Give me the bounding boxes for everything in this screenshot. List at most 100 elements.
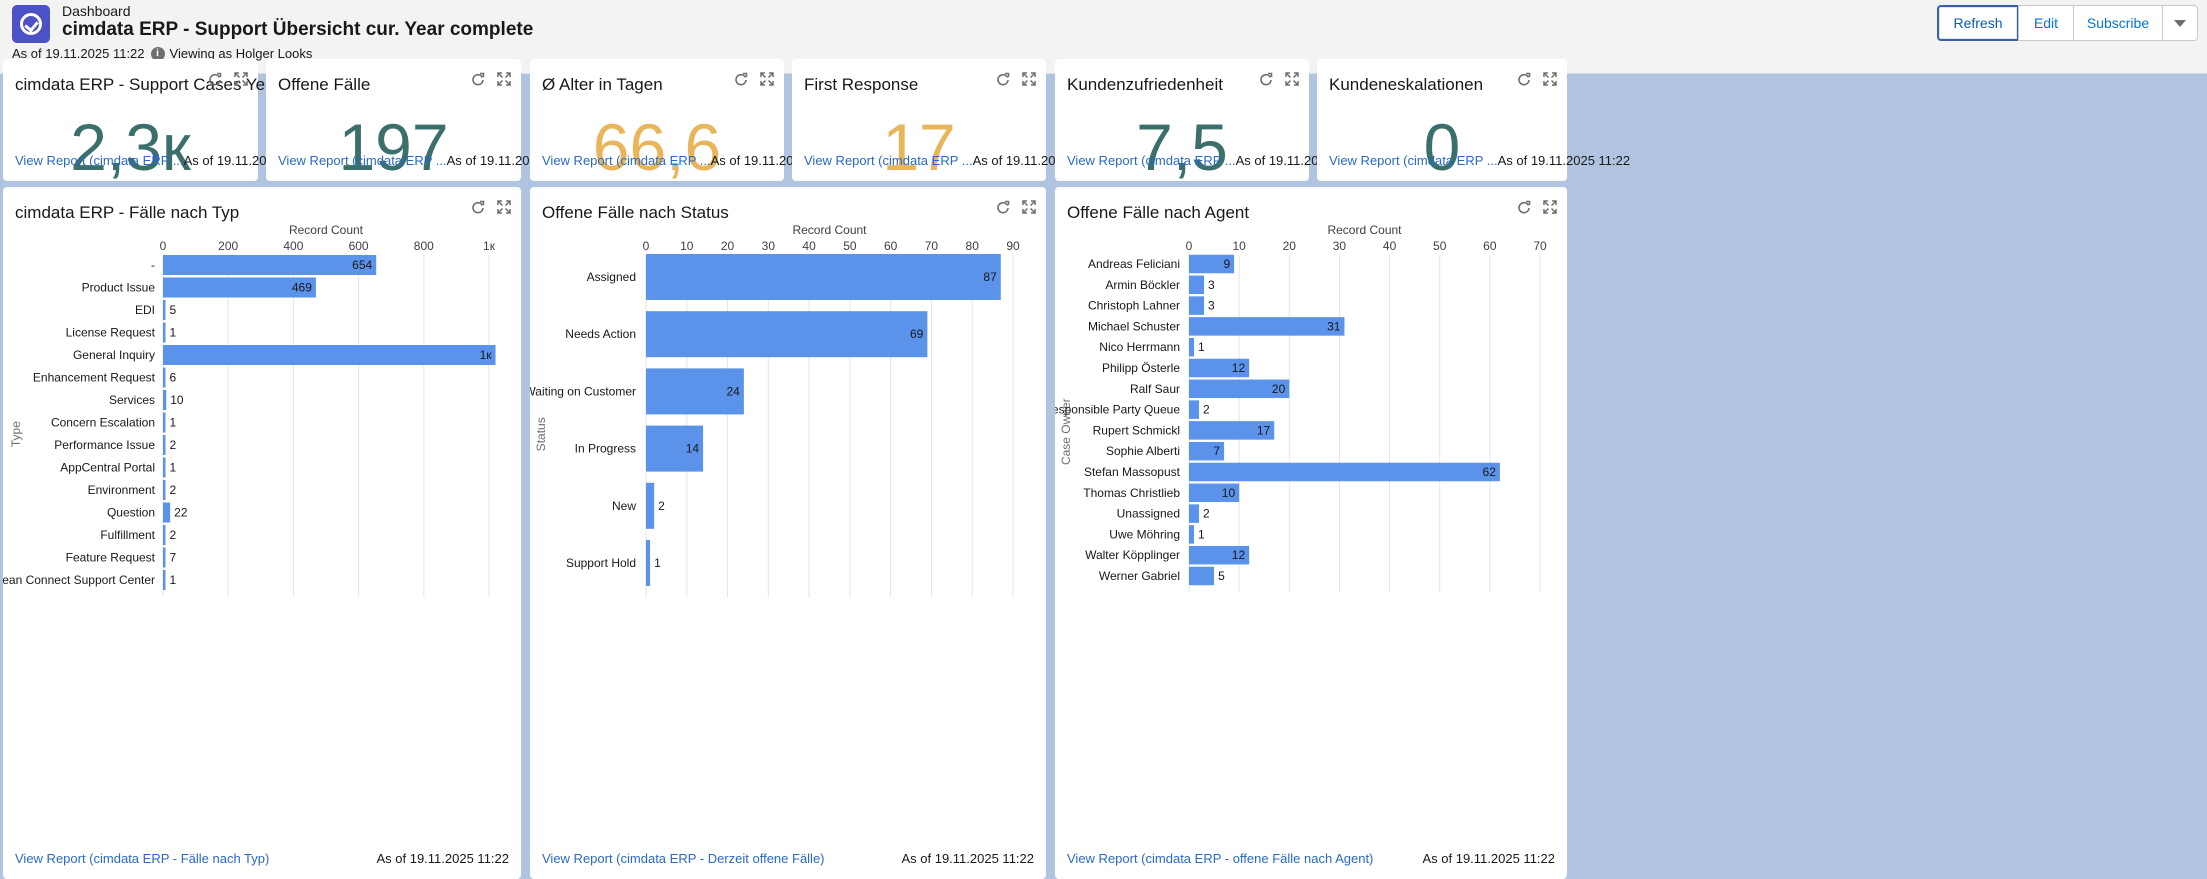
view-report-link[interactable]: View Report (cimdata ERP - Derzeit offen… xyxy=(542,851,825,866)
x-tick-label: 800 xyxy=(414,239,434,253)
bar[interactable] xyxy=(1189,317,1345,336)
expand-icon[interactable] xyxy=(1285,72,1299,86)
view-report-link[interactable]: View Report (cimdata ERP ... xyxy=(804,153,973,168)
expand-icon[interactable] xyxy=(1022,72,1036,86)
card-tools xyxy=(208,72,248,86)
bar[interactable] xyxy=(163,457,166,478)
bar[interactable] xyxy=(1189,337,1195,357)
bar[interactable] xyxy=(163,570,166,590)
bar[interactable] xyxy=(163,322,166,343)
category-label: AppCentral Portal xyxy=(60,461,155,475)
bar-value-label: 469 xyxy=(292,281,312,295)
bar[interactable] xyxy=(1189,400,1200,419)
bar-value-label: 654 xyxy=(352,258,372,272)
bar-value-label: 1 xyxy=(170,416,177,430)
refresh-icon[interactable] xyxy=(1259,72,1273,86)
bar[interactable] xyxy=(163,300,166,320)
bar[interactable] xyxy=(646,254,1001,300)
edit-button[interactable]: Edit xyxy=(2018,5,2074,41)
bar-value-label: 62 xyxy=(1483,465,1497,479)
bar[interactable] xyxy=(1189,566,1215,586)
refresh-icon[interactable] xyxy=(471,72,485,86)
bar-value-label: 1 xyxy=(1198,340,1205,354)
x-axis-title: Record Count xyxy=(289,223,364,237)
more-actions-button[interactable] xyxy=(2162,5,2198,41)
card-as-of: As of 19.11.2025 11:22 xyxy=(1497,153,1631,168)
x-tick-label: 20 xyxy=(1283,239,1297,253)
bar[interactable] xyxy=(646,311,928,358)
bar[interactable] xyxy=(1189,296,1205,315)
category-label: Nico Herrmann xyxy=(1099,340,1180,354)
bar-chart: Record Count0 10 20 30 40 50 60 70Case OwnerAnd… xyxy=(1055,223,1547,593)
bar[interactable] xyxy=(163,525,166,545)
bar[interactable] xyxy=(646,540,651,586)
view-report-link[interactable]: View Report (cimdata ERP ... xyxy=(542,153,711,168)
category-label: Support Hold xyxy=(566,556,636,570)
category-label: General Inquiry xyxy=(73,348,155,362)
card-tools xyxy=(734,72,774,86)
metric-title: Ø Alter in Tagen xyxy=(542,75,663,94)
bar[interactable] xyxy=(163,345,496,365)
bar[interactable] xyxy=(163,367,166,388)
bar-value-label: 10 xyxy=(1222,486,1236,500)
bar[interactable] xyxy=(1189,525,1195,544)
bar[interactable] xyxy=(1189,275,1205,295)
card-as-of: As of 19.11.2025 11:22 xyxy=(376,851,509,866)
expand-icon[interactable] xyxy=(497,72,511,86)
view-report-link[interactable]: View Report (cimdata ERP ... xyxy=(1329,153,1498,168)
bar-value-label: 1 xyxy=(170,573,177,587)
view-report-link[interactable]: View Report (cimdata ERP ... xyxy=(15,153,184,168)
bar[interactable] xyxy=(1189,462,1500,482)
card-as-of: As of 19.11.2025 11:22 xyxy=(901,851,1034,866)
bar[interactable] xyxy=(646,482,655,529)
category-label: Needs Action xyxy=(565,327,636,341)
card-tools xyxy=(1517,72,1557,86)
x-tick-label: 40 xyxy=(802,239,816,253)
category-label: Assigned xyxy=(587,270,636,284)
refresh-icon[interactable] xyxy=(1517,72,1531,86)
metric-title: First Response xyxy=(804,75,919,94)
x-tick-label: 80 xyxy=(966,239,980,253)
x-tick-label: 30 xyxy=(762,239,776,253)
bar-value-label: 87 xyxy=(983,270,997,284)
bar[interactable] xyxy=(163,435,166,455)
bar-value-label: 69 xyxy=(910,327,924,341)
x-tick-label: 60 xyxy=(884,239,898,253)
metric-card-4: Kundenzufriedenheit 7,5 View Report (cim… xyxy=(1055,59,1368,184)
bar[interactable] xyxy=(163,547,166,568)
header-button-group: Refresh Edit Subscribe xyxy=(1937,5,2198,41)
bar-chart: Record Count 0 10 20 30 40 50 60 70 80 90 Status Ass… xyxy=(530,223,1020,598)
expand-icon[interactable] xyxy=(760,72,774,86)
bar-value-label: 1 xyxy=(170,326,177,340)
refresh-icon[interactable] xyxy=(734,72,748,86)
x-tick-label: 70 xyxy=(925,239,939,253)
x-tick-label: 10 xyxy=(680,239,694,253)
bar[interactable] xyxy=(163,480,166,500)
category-label: Feature Request xyxy=(66,551,156,565)
view-report-link[interactable]: View Report (cimdata ERP ... xyxy=(278,153,447,168)
category-label: Michael Schuster xyxy=(1088,319,1180,333)
expand-icon[interactable] xyxy=(1543,72,1557,86)
bar-value-label: 20 xyxy=(1272,382,1286,396)
subscribe-button[interactable]: Subscribe xyxy=(2073,5,2163,41)
x-tick-label: 70 xyxy=(1533,239,1547,253)
breadcrumb[interactable]: Dashboard xyxy=(62,3,131,19)
bar[interactable] xyxy=(163,255,377,275)
view-report-link[interactable]: View Report (cimdata ERP - offene Fälle … xyxy=(1067,851,1373,866)
bar[interactable] xyxy=(163,502,171,523)
x-tick-label: 600 xyxy=(349,239,369,253)
x-tick-label: 60 xyxy=(1483,239,1497,253)
expand-icon[interactable] xyxy=(234,72,248,86)
refresh-icon[interactable] xyxy=(996,72,1010,86)
view-report-link[interactable]: View Report (cimdata ERP ... xyxy=(1067,153,1236,168)
bar[interactable] xyxy=(1189,504,1200,523)
x-tick-label: 90 xyxy=(1006,239,1020,253)
refresh-icon[interactable] xyxy=(208,72,222,86)
bar-value-label: 9 xyxy=(1223,257,1230,271)
refresh-button[interactable]: Refresh xyxy=(1937,5,2019,41)
view-report-link[interactable]: View Report (cimdata ERP - Fälle nach Ty… xyxy=(15,851,269,866)
category-label: New xyxy=(612,499,636,513)
card-footer: View Report (cimdata ERP - Derzeit offen… xyxy=(542,851,1034,866)
bar[interactable] xyxy=(163,412,166,433)
bar[interactable] xyxy=(163,390,167,410)
